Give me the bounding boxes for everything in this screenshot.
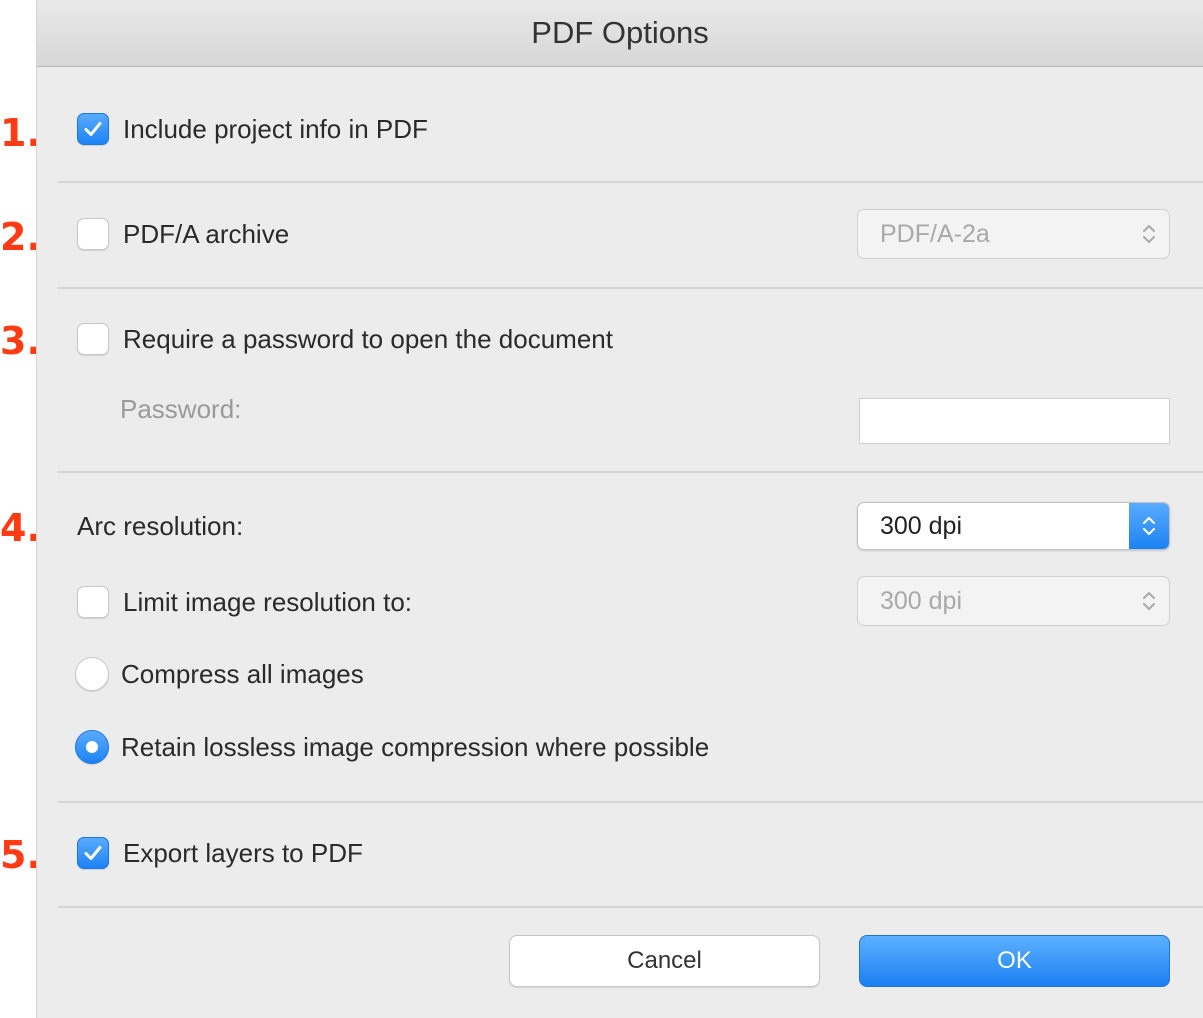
retain-lossless-label: Retain lossless image compression where … [121,731,710,762]
step-marker-1: 1. [0,111,41,155]
limit-resolution-value: 300 dpi [880,586,963,615]
ok-button[interactable]: OK [859,935,1170,987]
limit-resolution-label: Limit image resolution to: [123,586,413,617]
require-password-checkbox[interactable] [77,323,109,355]
export-layers-row: Export layers to PDF [77,837,363,869]
divider [58,471,1203,473]
include-project-info-checkbox[interactable] [77,113,109,145]
include-project-info-label: Include project info in PDF [123,113,428,144]
compress-all-row: Compress all images [75,657,364,691]
password-field-row: Password: [120,394,241,425]
step-marker-3: 3. [0,319,41,363]
divider [58,181,1203,183]
pdfa-archive-label: PDF/A archive [123,218,290,249]
stage: 1. 2. 3. 4. 5. PDF Options Include proje… [0,0,1203,1018]
updown-chevron-icon [1129,577,1169,625]
divider [58,906,1203,908]
cancel-button[interactable]: Cancel [509,935,820,987]
divider [58,287,1203,289]
compress-all-radio[interactable] [75,657,109,691]
limit-resolution-row: Limit image resolution to: [77,586,412,618]
arc-resolution-value: 300 dpi [880,511,963,540]
pdfa-row: PDF/A archive [77,218,289,250]
step-marker-2: 2. [0,215,41,259]
arc-resolution-row: Arc resolution: [77,511,243,542]
dialog-title: PDF Options [37,0,1203,67]
arc-resolution-select[interactable]: 300 dpi [857,502,1170,550]
arc-resolution-label: Arc resolution: [77,511,244,541]
pdfa-archive-checkbox[interactable] [77,218,109,250]
updown-chevron-icon [1129,210,1169,258]
compress-all-label: Compress all images [121,658,364,689]
step-marker-5: 5. [0,833,41,877]
include-project-info-row: Include project info in PDF [77,113,428,145]
limit-resolution-checkbox[interactable] [77,586,109,618]
divider [58,801,1203,803]
export-layers-label: Export layers to PDF [123,837,363,868]
pdf-options-dialog: PDF Options Include project info in PDF … [36,0,1203,1018]
retain-lossless-radio[interactable] [75,730,109,764]
checkmark-icon [84,122,102,136]
radio-dot-icon [86,741,98,753]
password-field-label: Password: [120,394,242,424]
step-marker-4: 4. [0,506,41,550]
updown-chevron-icon [1129,503,1169,549]
retain-lossless-row: Retain lossless image compression where … [75,730,709,764]
pdfa-version-value: PDF/A-2a [880,219,990,248]
checkmark-icon [84,846,102,860]
limit-resolution-select[interactable]: 300 dpi [857,576,1170,626]
password-row: Require a password to open the document [77,323,613,355]
pdfa-version-select[interactable]: PDF/A-2a [857,209,1170,259]
export-layers-checkbox[interactable] [77,837,109,869]
require-password-label: Require a password to open the document [123,323,613,354]
password-input[interactable] [859,398,1170,444]
